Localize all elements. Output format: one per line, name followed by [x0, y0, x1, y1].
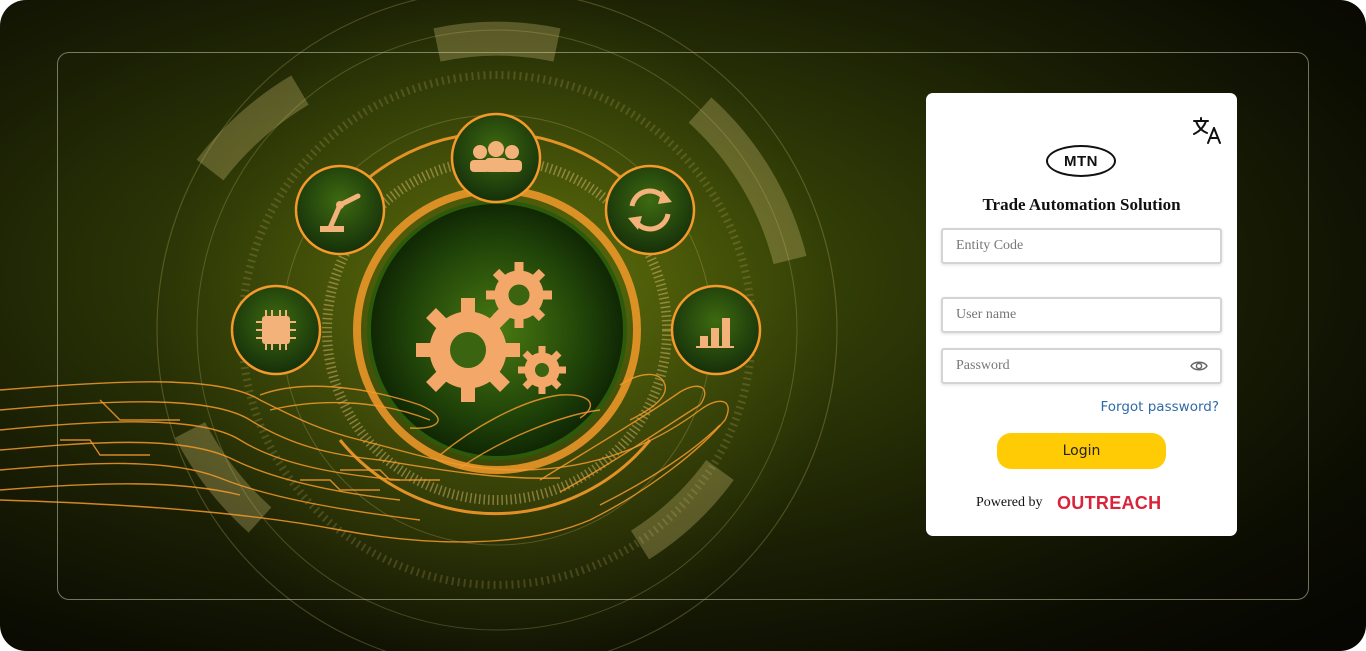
mtn-logo: MTN	[1046, 145, 1116, 177]
forgot-password-link[interactable]: Forgot password?	[1100, 399, 1219, 415]
login-screen: MTN Trade Automation Solution Forgot pas…	[0, 0, 1366, 651]
svg-text:OUTREACH: OUTREACH	[1057, 493, 1161, 513]
powered-by-label: Powered by	[976, 495, 1043, 510]
password-input[interactable]	[943, 350, 1220, 382]
outreach-logo: OUTREACH	[1057, 493, 1161, 513]
login-button[interactable]: Login	[997, 433, 1166, 469]
mtn-logo-text: MTN	[1064, 152, 1098, 170]
password-field	[941, 348, 1222, 384]
powered-by: Powered by OUTREACH	[976, 493, 1187, 513]
entity-code-input[interactable]	[943, 230, 1220, 262]
entity-code-field	[941, 228, 1222, 264]
username-input[interactable]	[943, 299, 1220, 331]
eye-icon[interactable]	[1190, 359, 1208, 373]
translate-icon[interactable]	[1192, 115, 1222, 145]
username-field	[941, 297, 1222, 333]
login-card: MTN Trade Automation Solution Forgot pas…	[926, 93, 1237, 536]
app-title: Trade Automation Solution	[982, 195, 1181, 214]
